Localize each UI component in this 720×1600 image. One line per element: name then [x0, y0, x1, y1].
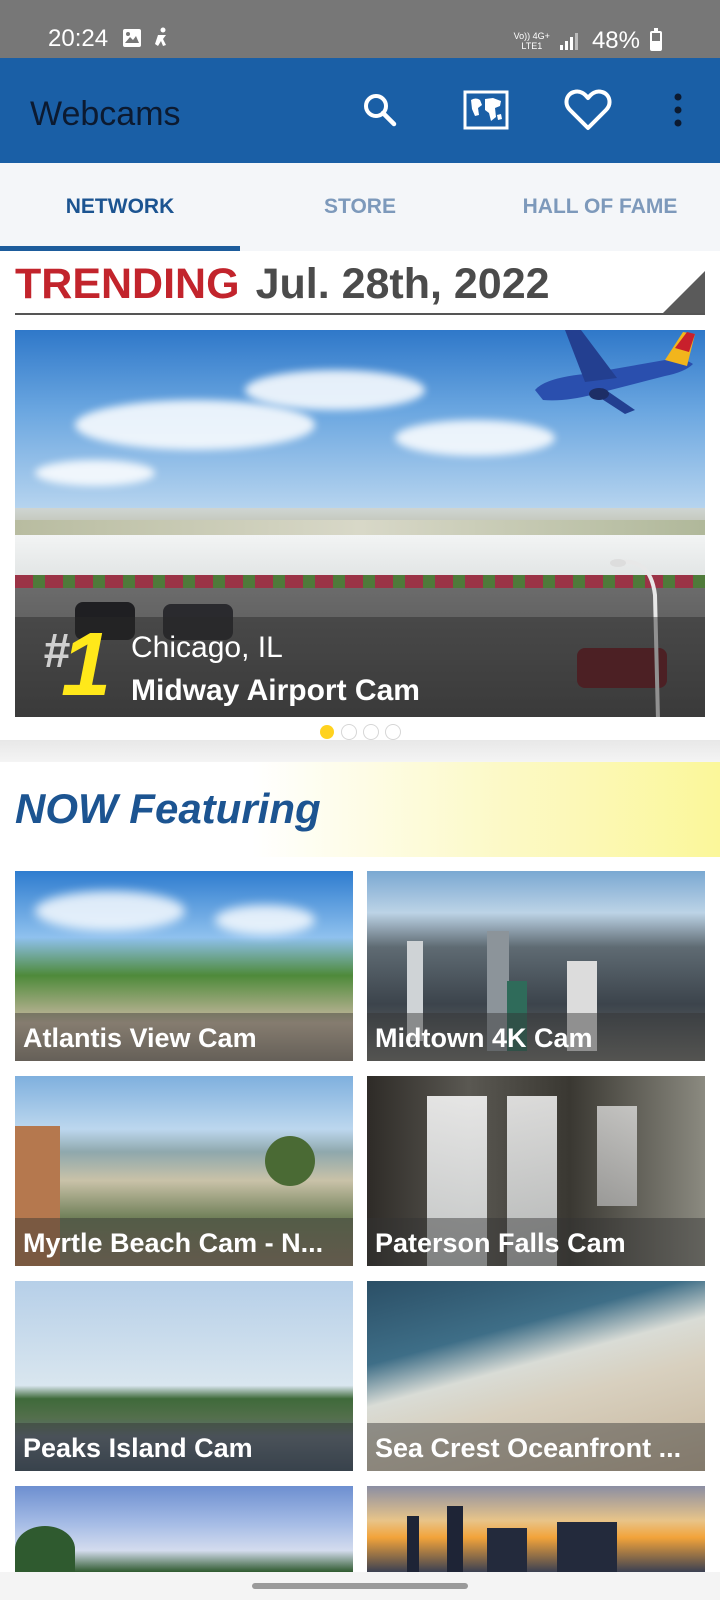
status-bar: 20:24 Vo)) 4G+ LTE1 48% — [0, 0, 720, 58]
heart-icon — [564, 89, 612, 130]
carousel-dot[interactable] — [342, 725, 356, 739]
hero-cam-name: Midway Airport Cam — [131, 674, 420, 707]
waterfall — [597, 1106, 637, 1206]
cam-tile-partial-right[interactable] — [367, 1486, 705, 1572]
cloud — [35, 460, 155, 486]
signal-icon — [559, 33, 578, 50]
search-button[interactable] — [354, 84, 406, 136]
featuring-title: NOW Featuring — [15, 785, 321, 832]
world-map-icon — [463, 90, 509, 130]
trending-header: TRENDING Jul. 28th, 2022 — [15, 260, 550, 308]
carousel-indicator — [0, 725, 720, 739]
carousel-dot[interactable] — [386, 725, 400, 739]
battery-icon — [650, 28, 662, 51]
cloud — [35, 891, 185, 931]
app-title: Webcams — [30, 95, 181, 133]
trending-corner-decoration — [663, 271, 705, 313]
cam-tile-paterson-falls[interactable]: Paterson Falls Cam — [367, 1076, 705, 1266]
more-options-button[interactable] — [652, 84, 704, 136]
status-icons-right: Vo)) 4G+ LTE1 48% — [514, 26, 662, 56]
image-icon — [123, 29, 141, 47]
network-label-top: Vo)) 4G+ — [513, 31, 550, 41]
trending-underline — [15, 313, 705, 315]
building — [447, 1506, 463, 1572]
carousel-dot[interactable] — [364, 725, 378, 739]
hero-flowerbed — [15, 575, 705, 589]
featuring-banner: NOW Featuring — [0, 762, 720, 857]
tree — [15, 1526, 75, 1572]
tab-bar: NETWORK STORE HALL OF FAME — [0, 163, 720, 251]
accessibility-icon — [155, 27, 166, 46]
app-bar: Webcams — [0, 58, 720, 163]
cam-tile-partial-left[interactable] — [15, 1486, 353, 1572]
trending-label: TRENDING — [15, 260, 240, 308]
building — [487, 1528, 527, 1572]
search-icon — [364, 94, 397, 127]
hero-rank-number: 1 — [61, 615, 112, 715]
favorites-button[interactable] — [562, 84, 614, 136]
building — [557, 1522, 617, 1572]
cloud — [245, 370, 425, 410]
trending-hero-card[interactable]: # 1 Chicago, IL Midway Airport Cam — [15, 330, 705, 717]
tab-network[interactable]: NETWORK — [0, 163, 240, 251]
network-badge: Vo)) 4G+ LTE1 — [514, 31, 550, 51]
cam-label: Sea Crest Oceanfront ... — [375, 1433, 682, 1463]
cam-tile-sea-crest[interactable]: Sea Crest Oceanfront ... — [367, 1281, 705, 1471]
cam-label: Peaks Island Cam — [23, 1433, 253, 1463]
trending-date: Jul. 28th, 2022 — [255, 260, 550, 308]
tab-hall-of-fame[interactable]: HALL OF FAME — [480, 163, 720, 251]
building — [407, 1516, 419, 1572]
cam-label: Paterson Falls Cam — [375, 1228, 626, 1258]
cam-tile-myrtle-beach[interactable]: Myrtle Beach Cam - N... — [15, 1076, 353, 1266]
airplane-image — [535, 330, 695, 414]
cloud — [215, 905, 315, 935]
hero-city: Chicago, IL — [131, 631, 283, 664]
battery-percent: 48% — [591, 27, 640, 54]
status-icons-left — [122, 27, 172, 49]
more-vert-icon — [674, 93, 682, 127]
network-label-bottom: LTE1 — [521, 41, 543, 51]
cam-label: Atlantis View Cam — [23, 1023, 257, 1053]
cam-tile-atlantis[interactable]: Atlantis View Cam — [15, 871, 353, 1061]
cam-label: Midtown 4K Cam — [375, 1023, 593, 1053]
tab-store[interactable]: STORE — [240, 163, 480, 251]
palm-tree — [265, 1136, 315, 1186]
section-divider — [0, 740, 720, 762]
cam-label: Myrtle Beach Cam - N... — [23, 1228, 324, 1258]
status-time: 20:24 — [48, 25, 109, 52]
carousel-dot[interactable] — [320, 725, 334, 739]
cloud — [75, 400, 315, 450]
cam-tile-midtown[interactable]: Midtown 4K Cam — [367, 871, 705, 1061]
cloud — [395, 420, 555, 456]
world-map-button[interactable] — [460, 84, 512, 136]
cam-tile-peaks-island[interactable]: Peaks Island Cam — [15, 1281, 353, 1471]
home-indicator[interactable] — [252, 1583, 468, 1589]
